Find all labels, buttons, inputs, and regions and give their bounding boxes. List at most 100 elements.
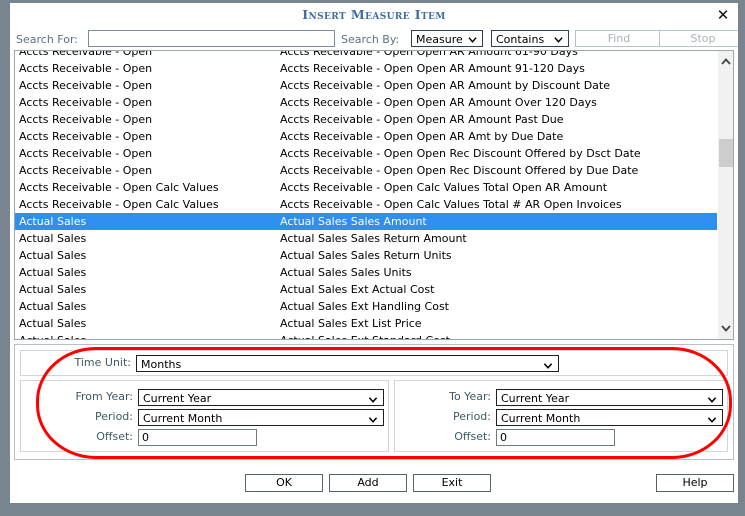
from-offset-label: Offset: bbox=[96, 430, 133, 443]
search-for-label: Search For: bbox=[16, 33, 78, 46]
time-unit-group: Time Unit: Months bbox=[20, 350, 728, 376]
row-measure: Accts Receivable - Open Calc Values bbox=[19, 181, 219, 194]
row-item: Actual Sales Ext Actual Cost bbox=[280, 283, 435, 296]
to-offset-input[interactable] bbox=[496, 429, 615, 446]
time-settings-panel: Time Unit: Months From Year: Current Yea… bbox=[14, 344, 734, 460]
search-by-value: Measure bbox=[416, 33, 463, 46]
scroll-up-icon[interactable] bbox=[718, 54, 733, 70]
row-measure: Accts Receivable - Open bbox=[19, 164, 153, 177]
row-item: Accts Receivable - Open Open Rec Discoun… bbox=[280, 164, 639, 177]
row-item: Accts Receivable - Open Open AR Amount O… bbox=[280, 96, 597, 109]
scrollbar-thumb[interactable] bbox=[719, 139, 733, 167]
list-viewport: Accts Receivable - Open Accts Receivable … bbox=[15, 51, 717, 339]
match-mode-value: Contains bbox=[496, 33, 545, 46]
find-button[interactable]: Find bbox=[575, 30, 663, 47]
from-year-select[interactable]: Current Year bbox=[138, 389, 384, 406]
row-measure: Accts Receivable - Open bbox=[19, 96, 153, 109]
table-row[interactable]: Accts Receivable - Open Accts Receivable … bbox=[15, 128, 717, 145]
dialog-button-bar: OK Add Exit Help bbox=[10, 464, 738, 503]
row-measure: Accts Receivable - Open bbox=[19, 79, 153, 92]
chevron-down-icon bbox=[554, 34, 563, 43]
to-offset-label: Offset: bbox=[454, 430, 491, 443]
from-year-label: From Year: bbox=[75, 390, 133, 403]
row-item: Accts Receivable - Open Open Rec Discoun… bbox=[280, 147, 641, 160]
row-item: Accts Receivable - Open Open AR Amt by D… bbox=[280, 130, 564, 143]
row-item: Actual Sales Ext Standard Cost bbox=[280, 332, 450, 339]
chevron-down-icon bbox=[543, 360, 553, 369]
table-row[interactable]: Actual Sales Actual Sales Sales Amount bbox=[15, 213, 717, 230]
to-period-label: Period: bbox=[452, 410, 491, 423]
table-row[interactable]: Actual Sales Actual Sales Sales Units bbox=[15, 264, 717, 281]
table-row[interactable]: Accts Receivable - Open Accts Receivable … bbox=[15, 162, 717, 179]
search-by-select[interactable]: Measure bbox=[411, 30, 483, 47]
row-measure: Actual Sales bbox=[19, 249, 87, 262]
to-period-value: Current Month bbox=[501, 412, 581, 425]
row-measure: Actual Sales bbox=[19, 283, 87, 296]
row-measure: Actual Sales bbox=[19, 266, 87, 279]
title-bar: Insert Measure Item ✕ bbox=[10, 3, 738, 28]
to-range-group: To Year: Current Year Period: Current Mo… bbox=[394, 380, 728, 452]
close-icon[interactable]: ✕ bbox=[714, 6, 732, 24]
measure-item-list: Accts Receivable - Open Accts Receivable … bbox=[14, 50, 734, 340]
row-measure: Accts Receivable - Open bbox=[19, 51, 153, 58]
row-item: Accts Receivable - Open Open AR Amount P… bbox=[280, 113, 564, 126]
from-range-group: From Year: Current Year Period: Current … bbox=[20, 380, 389, 452]
list-scrollbar[interactable] bbox=[717, 51, 733, 339]
row-item: Accts Receivable - Open Open AR Amount b… bbox=[280, 79, 610, 92]
chevron-down-icon bbox=[707, 414, 717, 423]
chevron-down-icon bbox=[707, 394, 717, 403]
row-item: Actual Sales Sales Units bbox=[280, 266, 412, 279]
add-button[interactable]: Add bbox=[329, 474, 407, 492]
dialog-client-area: Insert Measure Item ✕ Search For: Search… bbox=[10, 3, 738, 503]
row-item: Actual Sales Ext Handling Cost bbox=[280, 300, 449, 313]
table-row[interactable]: Accts Receivable - Open Calc Values Accts… bbox=[15, 196, 717, 213]
table-row[interactable]: Actual Sales Actual Sales Ext Handling Co… bbox=[15, 298, 717, 315]
from-period-value: Current Month bbox=[143, 412, 223, 425]
ok-button[interactable]: OK bbox=[245, 474, 323, 492]
row-item: Actual Sales Sales Return Units bbox=[280, 249, 452, 262]
row-measure: Actual Sales bbox=[19, 317, 87, 330]
table-row[interactable]: Actual Sales Actual Sales Ext List Price bbox=[15, 315, 717, 332]
row-item: Actual Sales Ext List Price bbox=[280, 317, 422, 330]
table-row[interactable]: Accts Receivable - Open Accts Receivable … bbox=[15, 94, 717, 111]
stop-button[interactable]: Stop bbox=[659, 30, 738, 47]
to-period-select[interactable]: Current Month bbox=[496, 409, 723, 426]
from-period-label: Period: bbox=[94, 410, 133, 423]
exit-button[interactable]: Exit bbox=[413, 474, 491, 492]
table-row[interactable]: Accts Receivable - Open Accts Receivable … bbox=[15, 77, 717, 94]
table-row[interactable]: Actual Sales Actual Sales Sales Return Am… bbox=[15, 230, 717, 247]
to-year-value: Current Year bbox=[501, 392, 570, 405]
table-row[interactable]: Accts Receivable - Open Accts Receivable … bbox=[15, 145, 717, 162]
help-button[interactable]: Help bbox=[656, 474, 734, 492]
row-item: Accts Receivable - Open Calc Values Tota… bbox=[280, 181, 608, 194]
row-measure: Accts Receivable - Open bbox=[19, 130, 153, 143]
to-year-label: To Year: bbox=[449, 390, 491, 403]
table-row[interactable]: Accts Receivable - Open Calc Values Accts… bbox=[15, 179, 717, 196]
row-item: Actual Sales Sales Return Amount bbox=[280, 232, 467, 245]
row-measure: Accts Receivable - Open bbox=[19, 113, 153, 126]
time-unit-select[interactable]: Months bbox=[136, 355, 559, 372]
row-measure: Accts Receivable - Open bbox=[19, 62, 153, 75]
to-year-select[interactable]: Current Year bbox=[496, 389, 723, 406]
row-item: Accts Receivable - Open Open AR Amount 6… bbox=[280, 51, 578, 58]
search-by-label: Search By: bbox=[341, 33, 400, 46]
match-mode-select[interactable]: Contains bbox=[491, 30, 569, 47]
table-row[interactable]: Actual Sales Actual Sales Ext Actual Cost bbox=[15, 281, 717, 298]
row-item: Actual Sales Sales Amount bbox=[280, 215, 427, 228]
table-row[interactable]: Accts Receivable - Open Accts Receivable … bbox=[15, 60, 717, 77]
table-row[interactable]: Accts Receivable - Open Accts Receivable … bbox=[15, 111, 717, 128]
table-row[interactable]: Actual Sales Actual Sales Sales Return Un… bbox=[15, 247, 717, 264]
chevron-down-icon bbox=[368, 414, 378, 423]
time-settings-inner: Time Unit: Months From Year: Current Yea… bbox=[20, 350, 728, 454]
from-offset-input[interactable] bbox=[138, 429, 257, 446]
from-period-select[interactable]: Current Month bbox=[138, 409, 384, 426]
list-rows: Accts Receivable - Open Accts Receivable … bbox=[15, 51, 717, 339]
scroll-down-icon[interactable] bbox=[718, 320, 733, 336]
chevron-down-icon bbox=[368, 394, 378, 403]
table-row[interactable]: Accts Receivable - Open Accts Receivable … bbox=[15, 51, 717, 60]
table-row[interactable]: Actual Sales Actual Sales Ext Standard Co… bbox=[15, 332, 717, 339]
time-unit-value: Months bbox=[141, 358, 182, 371]
row-measure: Accts Receivable - Open bbox=[19, 147, 153, 160]
search-input[interactable] bbox=[88, 30, 335, 47]
row-measure: Actual Sales bbox=[19, 232, 87, 245]
